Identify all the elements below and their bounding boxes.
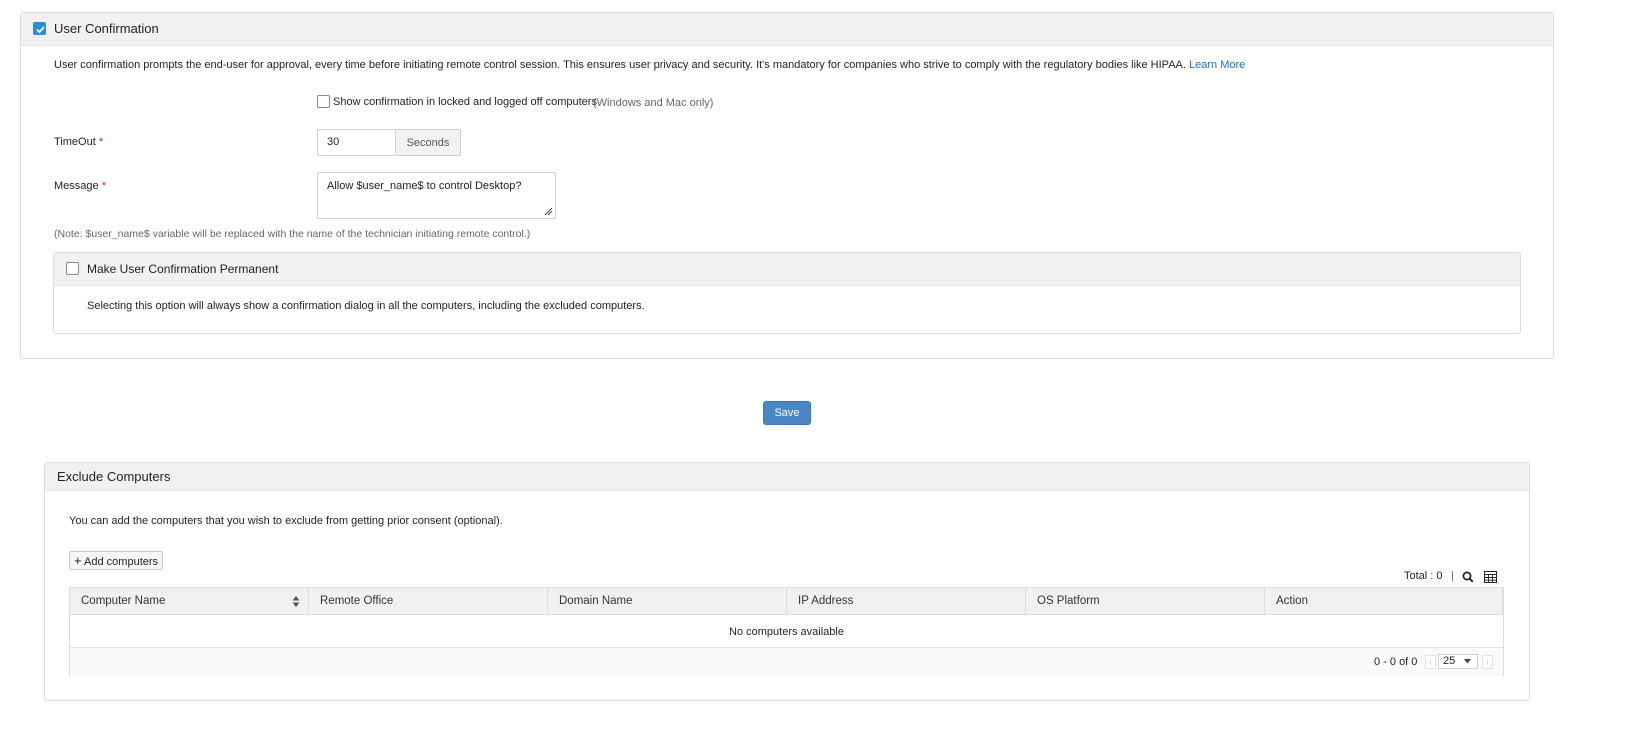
permanent-confirmation-panel: Make User Confirmation Permanent Selecti… (53, 252, 1521, 334)
message-label-text: Message (54, 180, 99, 192)
learn-more-link[interactable]: Learn More (1189, 59, 1245, 71)
user-confirmation-title: User Confirmation (54, 21, 159, 36)
description-text: User confirmation prompts the end-user f… (54, 59, 1186, 71)
user-confirmation-checkbox[interactable] (33, 22, 46, 35)
exclude-computers-header: Exclude Computers (45, 463, 1529, 491)
exclude-computers-description: You can add the computers that you wish … (69, 515, 503, 527)
timeout-input[interactable]: 30 (317, 129, 396, 156)
toolbar-separator: | (1451, 570, 1454, 582)
column-header-action: Action (1265, 588, 1503, 615)
permanent-confirmation-header: Make User Confirmation Permanent (54, 253, 1520, 286)
permanent-confirmation-title: Make User Confirmation Permanent (87, 262, 279, 276)
permanent-confirmation-checkbox[interactable] (66, 262, 79, 275)
previous-page-icon[interactable]: ‹ (1425, 655, 1436, 669)
message-textarea[interactable]: Allow $user_name$ to control Desktop? (317, 172, 556, 219)
add-computers-button[interactable]: + Add computers (69, 551, 163, 570)
page-size-select[interactable]: 25 (1438, 654, 1478, 669)
locked-computers-label: Show confirmation in locked and logged o… (333, 96, 597, 108)
user-confirmation-header: User Confirmation (21, 13, 1553, 46)
chevron-down-icon (1464, 659, 1471, 664)
message-label: Message * (54, 180, 106, 192)
plus-icon: + (74, 553, 82, 568)
message-text: Allow $user_name$ to control Desktop? (327, 180, 522, 192)
next-page-icon[interactable]: › (1482, 655, 1493, 669)
windows-mac-note: (Windows and Mac only) (593, 97, 714, 109)
save-button[interactable]: Save (763, 401, 811, 425)
add-computers-label: Add computers (84, 556, 159, 568)
sort-icon[interactable] (292, 595, 300, 608)
resize-handle-icon[interactable] (544, 207, 553, 216)
column-header-label: Computer Name (81, 595, 166, 607)
empty-table-message: No computers available (70, 616, 1503, 648)
exclude-computers-table: Computer Name Remote Office Domain Name … (69, 587, 1504, 676)
timeout-label: TimeOut * (54, 136, 103, 148)
required-mark: * (98, 136, 104, 148)
timeout-label-text: TimeOut (54, 136, 96, 148)
timeout-unit: Seconds (396, 129, 461, 156)
total-count: Total : 0 (1404, 570, 1443, 582)
table-pagination: 0 - 0 of 0 ‹ 25 › (70, 648, 1503, 676)
permanent-confirmation-description: Selecting this option will always show a… (87, 300, 645, 312)
column-header-remote-office[interactable]: Remote Office (309, 588, 548, 615)
column-header-computer-name[interactable]: Computer Name (70, 588, 309, 615)
column-chooser-icon[interactable] (1484, 571, 1497, 583)
column-header-ip-address[interactable]: IP Address (787, 588, 1026, 615)
exclude-computers-title: Exclude Computers (57, 469, 171, 484)
user-confirmation-description: User confirmation prompts the end-user f… (54, 59, 1245, 71)
table-header: Computer Name Remote Office Domain Name … (70, 588, 1503, 615)
column-header-os-platform[interactable]: OS Platform (1026, 588, 1265, 615)
variable-note: (Note: $user_name$ variable will be repl… (54, 228, 531, 240)
page-size-value: 25 (1443, 655, 1456, 667)
search-icon[interactable] (1462, 571, 1474, 583)
required-mark: * (101, 180, 106, 192)
locked-computers-checkbox[interactable] (317, 95, 330, 108)
column-header-domain-name[interactable]: Domain Name (548, 588, 787, 615)
pagination-range: 0 - 0 of 0 (1374, 656, 1418, 668)
check-icon (36, 26, 45, 34)
